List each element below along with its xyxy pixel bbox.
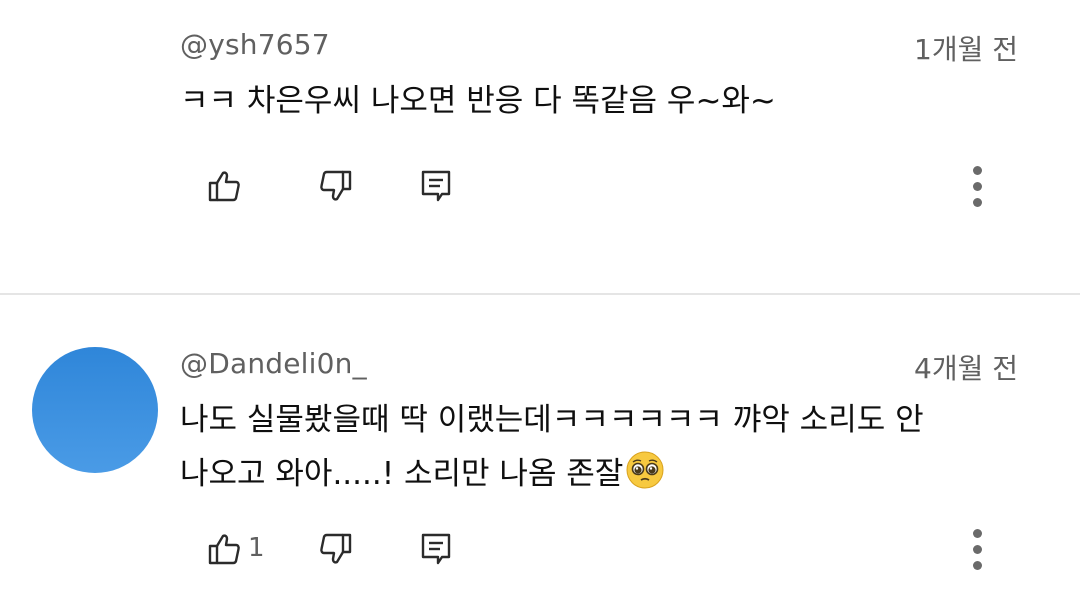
comment-item: @ysh7657 1개월 전 ㅋㅋ 차은우씨 나오면 반응 다 똑같음 우~와~	[0, 0, 1080, 293]
comment-timestamp: 1개월 전	[914, 33, 1018, 66]
comment-text: ㅋㅋ 차은우씨 나오면 반응 다 똑같음 우~와~	[180, 83, 776, 119]
dot	[973, 182, 982, 191]
dot	[973, 198, 982, 207]
comment-actions: 1	[0, 525, 1080, 575]
thumb-down-icon	[320, 170, 352, 201]
comment-actions	[0, 162, 1080, 212]
like-button[interactable]	[206, 531, 242, 567]
comment-text-line: 나도 실물봤을때 딱 이랬는데ㅋㅋㅋㅋㅋㅋ 꺄악 소리도 안	[180, 402, 924, 438]
pleading-face-emoji	[626, 451, 664, 489]
comments-page: @ysh7657 1개월 전 ㅋㅋ 차은우씨 나오면 반응 다 똑같음 우~와~	[0, 0, 1080, 599]
thumb-up-icon	[208, 534, 240, 565]
like-button[interactable]	[206, 168, 242, 204]
avatar[interactable]	[32, 347, 158, 473]
dot	[973, 561, 982, 570]
thumb-up-icon	[208, 171, 240, 202]
comment-text-line-2: 나오고 와아.....! 소리만 나옴 존잘	[180, 447, 1040, 501]
comment-timestamp: 4개월 전	[914, 352, 1018, 385]
dot	[973, 545, 982, 554]
comment-text: 나도 실물봤을때 딱 이랬는데ㅋㅋㅋㅋㅋㅋ 꺄악 소리도 안 나오고 와아...…	[180, 393, 1040, 501]
comment-author[interactable]: @ysh7657	[180, 28, 330, 61]
thumb-down-icon	[320, 533, 352, 564]
dot	[973, 529, 982, 538]
more-options-button[interactable]	[963, 164, 993, 210]
reply-icon	[421, 170, 451, 202]
reply-button[interactable]	[418, 531, 454, 567]
dislike-button[interactable]	[318, 168, 354, 204]
reply-icon	[421, 533, 451, 565]
comment-text-line: 나오고 와아.....! 소리만 나옴 존잘	[180, 456, 624, 492]
like-count: 1	[248, 533, 265, 563]
reply-button[interactable]	[418, 168, 454, 204]
comment-author[interactable]: @Dandeli0n_	[180, 347, 367, 380]
dot	[973, 166, 982, 175]
comment-item: @Dandeli0n_ 4개월 전 나도 실물봤을때 딱 이랬는데ㅋㅋㅋㅋㅋㅋ …	[0, 295, 1080, 599]
more-options-button[interactable]	[963, 527, 993, 573]
dislike-button[interactable]	[318, 531, 354, 567]
